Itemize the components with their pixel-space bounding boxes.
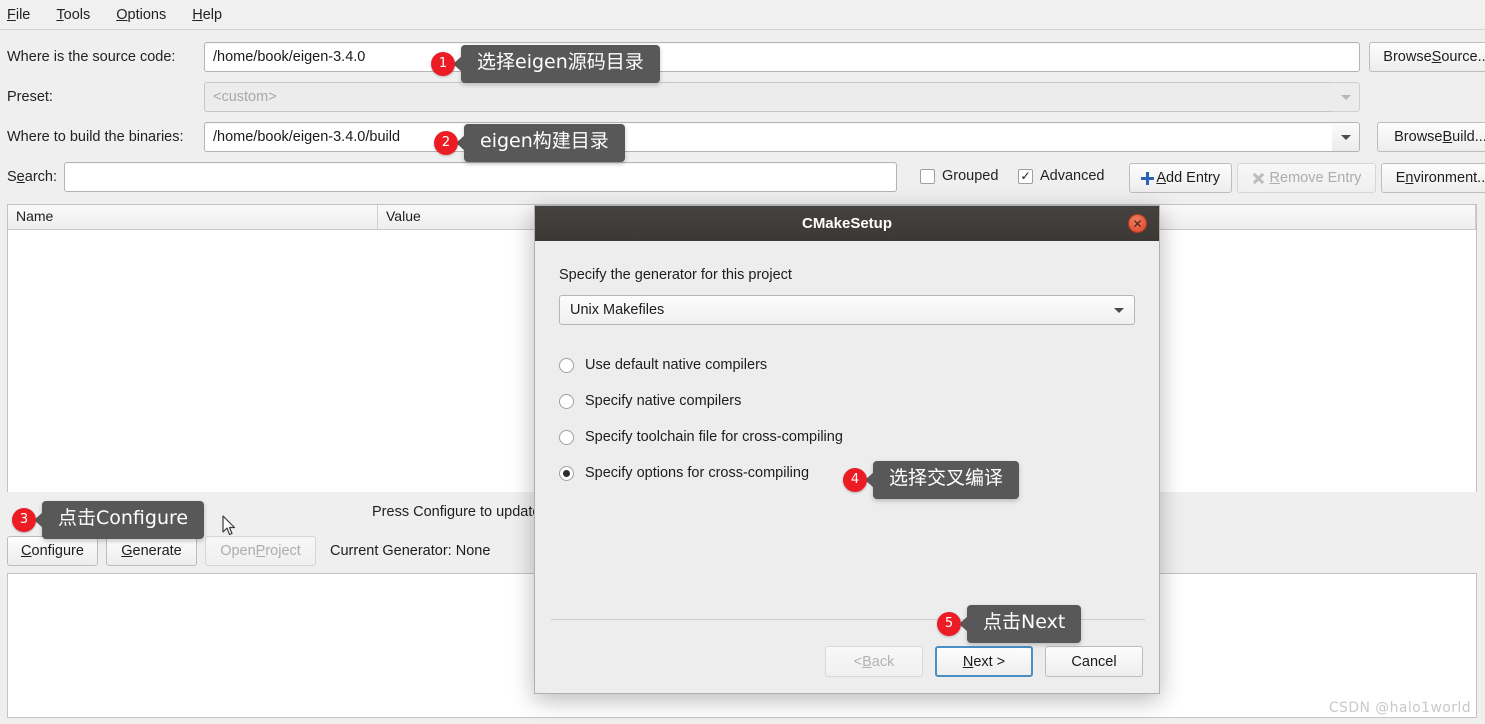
environment-button[interactable]: En vironment... xyxy=(1381,163,1485,193)
radio-circle xyxy=(559,429,574,445)
menu-help[interactable]: Help xyxy=(192,4,234,26)
status-message: Press Configure to update xyxy=(372,504,541,520)
menu-tools-rest: ools xyxy=(63,6,91,23)
add-entry-button[interactable]: Add Entry xyxy=(1129,163,1232,193)
menubar: File Tools Options Help xyxy=(0,0,1485,30)
menu-file[interactable]: File xyxy=(7,4,42,26)
preset-dropdown-arrow[interactable] xyxy=(1332,82,1360,112)
radio-circle-selected xyxy=(559,465,574,481)
search-row: Search: xyxy=(7,162,897,192)
configure-button[interactable]: Configure xyxy=(7,536,98,566)
radio-label: Specify native compilers xyxy=(585,393,742,409)
callout-5: 5 点击Next xyxy=(937,605,1082,643)
preset-label: Preset: xyxy=(7,89,53,105)
dialog-titlebar: CMakeSetup ✕ xyxy=(535,206,1159,241)
cancel-button[interactable]: Cancel xyxy=(1045,646,1143,677)
search-input[interactable] xyxy=(64,162,897,192)
open-project-button: Open Project xyxy=(205,536,316,566)
dialog-title: CMakeSetup xyxy=(801,215,893,232)
back-button: < Back xyxy=(825,646,923,677)
generator-select-value: Unix Makefiles xyxy=(570,302,665,318)
radio-label: Specify toolchain file for cross-compili… xyxy=(585,429,843,445)
search-label: Search: xyxy=(7,169,57,185)
callout-badge: 5 xyxy=(937,611,961,636)
callout-4: 4 选择交叉编译 xyxy=(843,461,1020,499)
callout-badge: 1 xyxy=(431,51,455,76)
remove-x-icon xyxy=(1252,172,1265,185)
next-button[interactable]: Next > xyxy=(935,646,1033,677)
grouped-checkbox[interactable]: Grouped xyxy=(920,168,998,184)
callout-badge: 3 xyxy=(12,507,36,532)
callout-badge: 4 xyxy=(843,467,867,492)
chevron-down-icon xyxy=(1340,134,1351,140)
radio-circle xyxy=(559,393,574,409)
close-icon[interactable]: ✕ xyxy=(1128,214,1147,233)
build-dropdown-arrow[interactable] xyxy=(1332,122,1360,152)
menu-tools[interactable]: Tools xyxy=(56,4,102,26)
callout-bubble: 选择eigen源码目录 xyxy=(461,45,660,83)
build-input[interactable]: /home/book/eigen-3.4.0/build xyxy=(204,122,1332,152)
source-label: Where is the source code: xyxy=(7,49,176,65)
source-input[interactable]: /home/book/eigen-3.4.0 xyxy=(204,42,1360,72)
current-generator-label: Current Generator: None xyxy=(330,543,491,559)
callout-bubble: 选择交叉编译 xyxy=(873,461,1020,499)
build-label: Where to build the binaries: xyxy=(7,129,184,145)
radio-specify-native-compilers[interactable]: Specify native compilers xyxy=(559,383,1135,419)
source-row: Where is the source code: /home/book/eig… xyxy=(7,42,1360,72)
chevron-down-icon xyxy=(1340,94,1351,100)
generate-button[interactable]: Generate xyxy=(106,536,197,566)
generator-select[interactable]: Unix Makefiles xyxy=(559,295,1135,325)
menu-help-rest: elp xyxy=(202,6,223,23)
callout-2: 2 eigen构建目录 xyxy=(434,124,625,162)
menu-options-rest: ptions xyxy=(127,6,167,23)
advanced-label: Advanced xyxy=(1040,168,1105,184)
chevron-down-icon xyxy=(1114,307,1124,313)
advanced-checkbox[interactable]: ✓ Advanced xyxy=(1018,168,1105,184)
dialog-buttons: < Back Next > Cancel xyxy=(825,646,1143,677)
radio-use-default-native-compilers[interactable]: Use default native compilers xyxy=(559,347,1135,383)
callout-3: 3 点击Configure xyxy=(12,501,205,539)
browse-build-button[interactable]: Browse Build... xyxy=(1377,122,1485,152)
menu-options[interactable]: Options xyxy=(116,4,178,26)
callout-badge: 2 xyxy=(434,130,458,155)
remove-entry-button: Remove Entry xyxy=(1237,163,1376,193)
checkbox-box xyxy=(920,168,935,184)
menu-file-rest: ile xyxy=(15,6,31,23)
radio-label: Use default native compilers xyxy=(585,357,768,373)
plus-icon xyxy=(1141,171,1155,185)
cmake-gui-window: File Tools Options Help Where is the sou… xyxy=(0,0,1485,724)
callout-bubble: eigen构建目录 xyxy=(464,124,625,162)
preset-select-value[interactable]: <custom> xyxy=(204,82,1332,112)
grouped-label: Grouped xyxy=(942,168,999,184)
preset-row: Preset: <custom> xyxy=(7,82,1360,112)
callout-1: 1 选择eigen源码目录 xyxy=(431,45,660,83)
action-bar: Configure Generate Open Project Current … xyxy=(7,536,490,566)
browse-source-button[interactable]: Browse Source... xyxy=(1369,42,1485,72)
callout-bubble: 点击Configure xyxy=(42,501,205,539)
radio-label: Specify options for cross-compiling xyxy=(585,465,810,481)
callout-bubble: 点击Next xyxy=(967,605,1082,643)
generator-prompt: Specify the generator for this project xyxy=(559,267,792,283)
column-header-name[interactable]: Name xyxy=(8,205,378,229)
checkbox-box-checked: ✓ xyxy=(1018,168,1033,184)
mouse-cursor xyxy=(222,515,236,536)
build-row: Where to build the binaries: /home/book/… xyxy=(7,122,1360,152)
radio-circle xyxy=(559,357,574,373)
watermark: CSDN @halo1world xyxy=(1328,700,1471,716)
radio-specify-toolchain-file[interactable]: Specify toolchain file for cross-compili… xyxy=(559,419,1135,455)
